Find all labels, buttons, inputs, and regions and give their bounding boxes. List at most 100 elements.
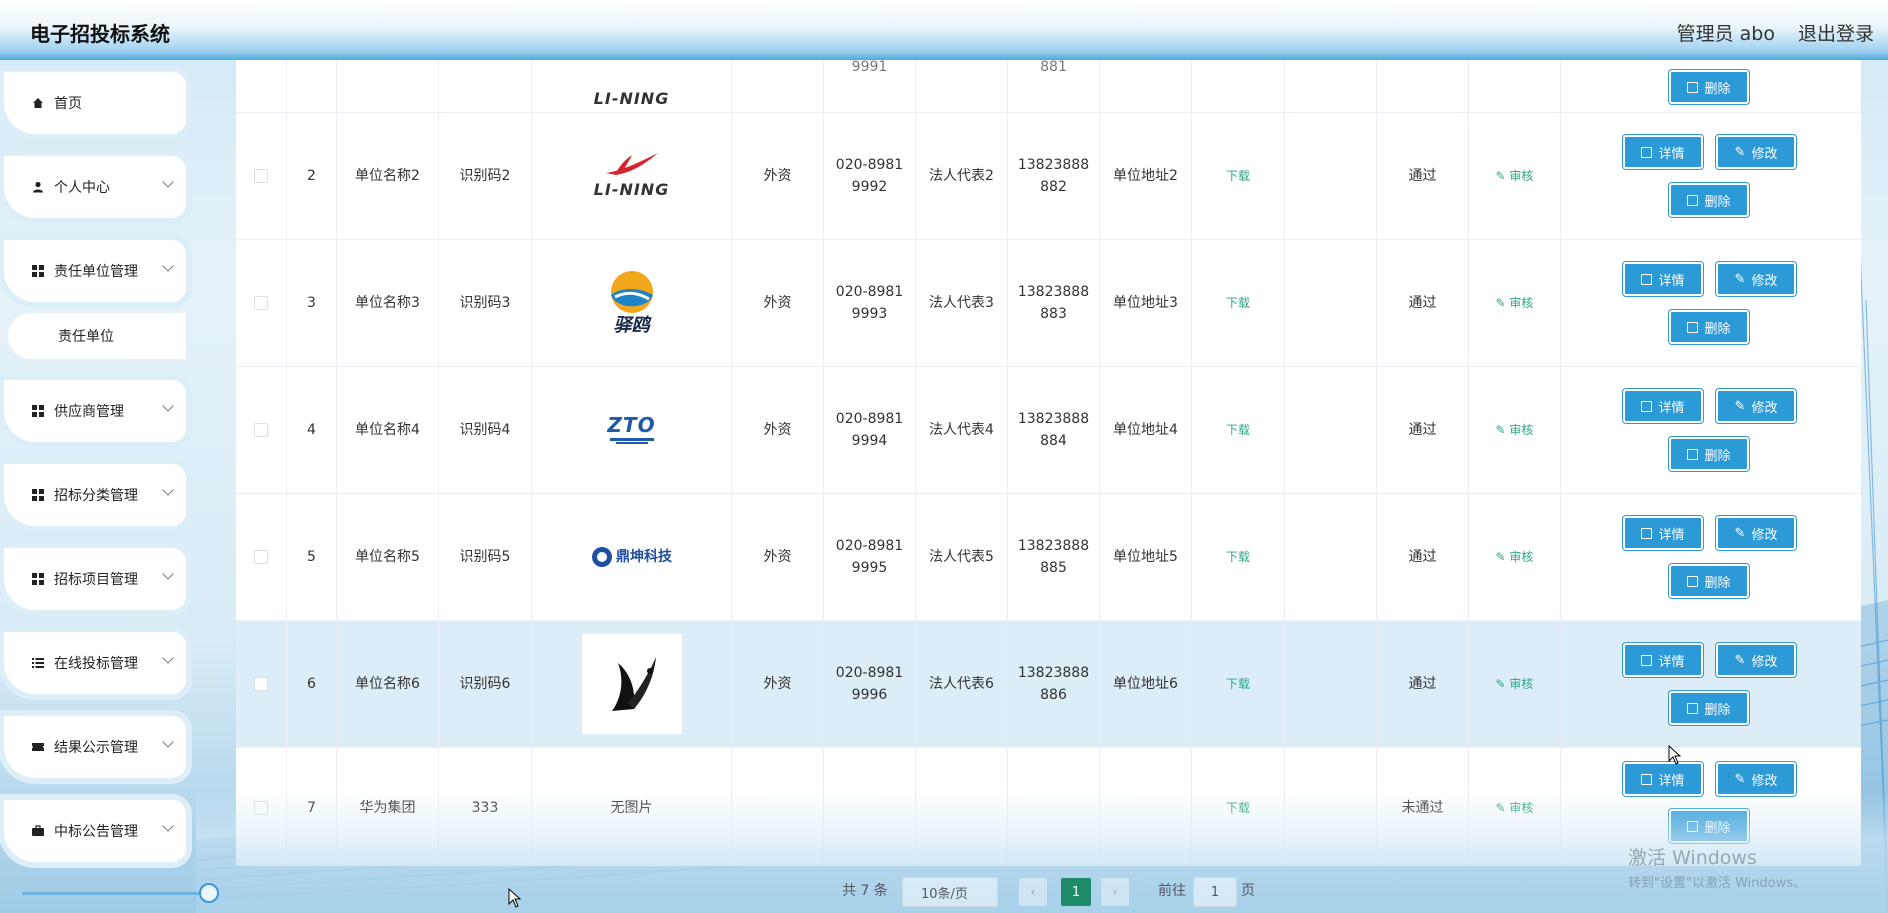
unit-phone: 020-8981 9993	[824, 240, 916, 366]
detail-button[interactable]: 详情	[1623, 135, 1703, 169]
sidebar-item-unit-management[interactable]: 责任单位管理	[4, 240, 186, 302]
row-checkbox[interactable]	[254, 677, 268, 691]
video-progress-bar[interactable]	[22, 892, 208, 895]
sidebar-item-bidding-management[interactable]: 在线投标管理	[4, 632, 186, 694]
sidebar-item-label: 供应商管理	[54, 404, 124, 420]
table-row[interactable]: 7 华为集团 333 无图片 下载 未通过 ✎ 审核 详情 ✎ 修改 删除	[236, 748, 1861, 866]
edit-button[interactable]: ✎ 修改	[1716, 516, 1796, 550]
unit-address	[1100, 748, 1192, 866]
goto-suffix: 页	[1241, 883, 1255, 899]
delete-button[interactable]: 删除	[1669, 691, 1749, 725]
download-link[interactable]: 下载	[1226, 292, 1250, 314]
unit-phone: 9991	[824, 60, 916, 112]
row-checkbox[interactable]	[254, 296, 268, 310]
detail-button[interactable]: 详情	[1623, 643, 1703, 677]
delete-button[interactable]: 删除	[1669, 183, 1749, 217]
edit-button[interactable]: ✎ 修改	[1716, 389, 1796, 423]
row-checkbox[interactable]	[254, 550, 268, 564]
detail-button[interactable]: 详情	[1623, 516, 1703, 550]
delete-button[interactable]: 删除	[1669, 437, 1749, 471]
audit-link[interactable]: ✎ 审核	[1496, 546, 1534, 568]
edit-button[interactable]: ✎ 修改	[1716, 135, 1796, 169]
goto-page-input[interactable]: 1	[1193, 877, 1237, 907]
edit-button[interactable]: ✎ 修改	[1716, 643, 1796, 677]
table-row[interactable]: 5 单位名称5 识别码5 鼎坤科技 外资 020-8981 9995 法人代表5 1382388…	[236, 494, 1861, 621]
logo-text: LI-NING	[593, 89, 670, 108]
edit-button[interactable]: ✎ 修改	[1716, 762, 1796, 796]
unit-logo: ZTO	[532, 367, 732, 493]
pencil-icon: ✎	[1734, 398, 1746, 414]
delete-button[interactable]: 删除	[1669, 564, 1749, 598]
row-index: 7	[287, 748, 337, 866]
legal-representative: 法人代表2	[916, 113, 1008, 239]
video-progress-handle[interactable]	[199, 883, 219, 903]
detail-button[interactable]: 详情	[1623, 262, 1703, 296]
unit-address: 单位地址4	[1100, 367, 1192, 493]
document-icon	[1641, 400, 1653, 412]
briefcase-icon	[32, 825, 44, 836]
sidebar-item-result-management[interactable]: 结果公示管理	[4, 716, 186, 778]
table-row[interactable]: 4 单位名称4 识别码4 ZTO 外资 020-8981 9994 法人代表4 13823888…	[236, 367, 1861, 494]
sidebar-item-label: 招标分类管理	[54, 488, 138, 504]
document-icon	[1641, 773, 1653, 785]
row-index: 5	[287, 494, 337, 620]
unit-name: 单位名称3	[337, 240, 439, 366]
edit-button[interactable]: ✎ 修改	[1716, 262, 1796, 296]
audit-status: 通过	[1377, 240, 1469, 366]
unit-mobile: 13823888 886	[1008, 621, 1100, 747]
mouse-cursor-icon	[1668, 745, 1682, 765]
current-page-button[interactable]: 1	[1061, 878, 1091, 906]
sidebar-item-supplier-management[interactable]: 供应商管理	[4, 380, 186, 442]
delete-button[interactable]: 删除	[1669, 809, 1749, 843]
table-row[interactable]: 6 单位名称6 识别码6 外资 020-8981 9996 法人代表6 13823888 886…	[236, 621, 1861, 748]
legal-representative	[916, 748, 1008, 866]
sidebar-item-label: 招标项目管理	[54, 572, 138, 588]
audit-link[interactable]: ✎ 审核	[1496, 292, 1534, 314]
sidebar-subitem-unit[interactable]: 责任单位	[8, 313, 186, 359]
download-link[interactable]: 下载	[1226, 797, 1250, 819]
download-link[interactable]: 下载	[1226, 673, 1250, 695]
sidebar-item-category-management[interactable]: 招标分类管理	[4, 464, 186, 526]
next-page-button[interactable]: ›	[1101, 878, 1129, 906]
grid-icon	[32, 573, 44, 585]
delete-button[interactable]: 删除	[1669, 70, 1749, 104]
detail-button[interactable]: 详情	[1623, 389, 1703, 423]
sidebar-item-home[interactable]: 首页	[4, 72, 186, 134]
row-checkbox[interactable]	[254, 423, 268, 437]
unit-mobile: 13823888 882	[1008, 113, 1100, 239]
audit-status: 未通过	[1377, 748, 1469, 866]
bird-logo-icon	[611, 657, 656, 711]
unit-address: 单位地址2	[1100, 113, 1192, 239]
pencil-icon: ✎	[1734, 144, 1746, 160]
delete-button[interactable]: 删除	[1669, 310, 1749, 344]
sidebar-item-project-management[interactable]: 招标项目管理	[4, 548, 186, 610]
download-link[interactable]: 下载	[1226, 419, 1250, 441]
audit-link[interactable]: ✎ 审核	[1496, 673, 1534, 695]
unit-code: 333	[439, 748, 532, 866]
row-checkbox[interactable]	[254, 169, 268, 183]
prev-page-button[interactable]: ‹	[1019, 878, 1047, 906]
sidebar-item-label: 个人中心	[54, 180, 110, 196]
unit-phone: 020-8981 9994	[824, 367, 916, 493]
page-size-select[interactable]: 10条/页	[902, 877, 998, 907]
logout-link[interactable]: 退出登录	[1798, 19, 1874, 46]
trash-icon	[1687, 194, 1699, 206]
audit-link[interactable]: ✎ 审核	[1496, 419, 1534, 441]
audit-link[interactable]: ✎ 审核	[1496, 165, 1534, 187]
trash-icon	[1687, 321, 1699, 333]
table-row[interactable]: 2 单位名称2 识别码2 LI-NING 外资 020-8981 9992 法人代表2 1382…	[236, 113, 1861, 240]
download-link[interactable]: 下载	[1226, 546, 1250, 568]
sidebar-item-label: 责任单位管理	[54, 264, 138, 280]
download-link[interactable]: 下载	[1226, 165, 1250, 187]
app-title: 电子招投标系统	[30, 22, 170, 46]
unit-address: 单位地址5	[1100, 494, 1192, 620]
unit-mobile: 13823888 884	[1008, 367, 1100, 493]
sidebar-item-award-management[interactable]: 中标公告管理	[4, 800, 186, 862]
table-row[interactable]: 3 单位名称3 识别码3 驿鸥 外资 020-8981 9993 法人代表3 13823888 8…	[236, 240, 1861, 367]
sidebar-item-profile[interactable]: 个人中心	[4, 156, 186, 218]
audit-link[interactable]: ✎ 审核	[1496, 797, 1534, 819]
detail-button[interactable]: 详情	[1623, 762, 1703, 796]
row-checkbox[interactable]	[254, 800, 268, 815]
unit-logo-image: 鼎坤科技	[581, 507, 682, 607]
unit-mobile: 13823888 883	[1008, 240, 1100, 366]
